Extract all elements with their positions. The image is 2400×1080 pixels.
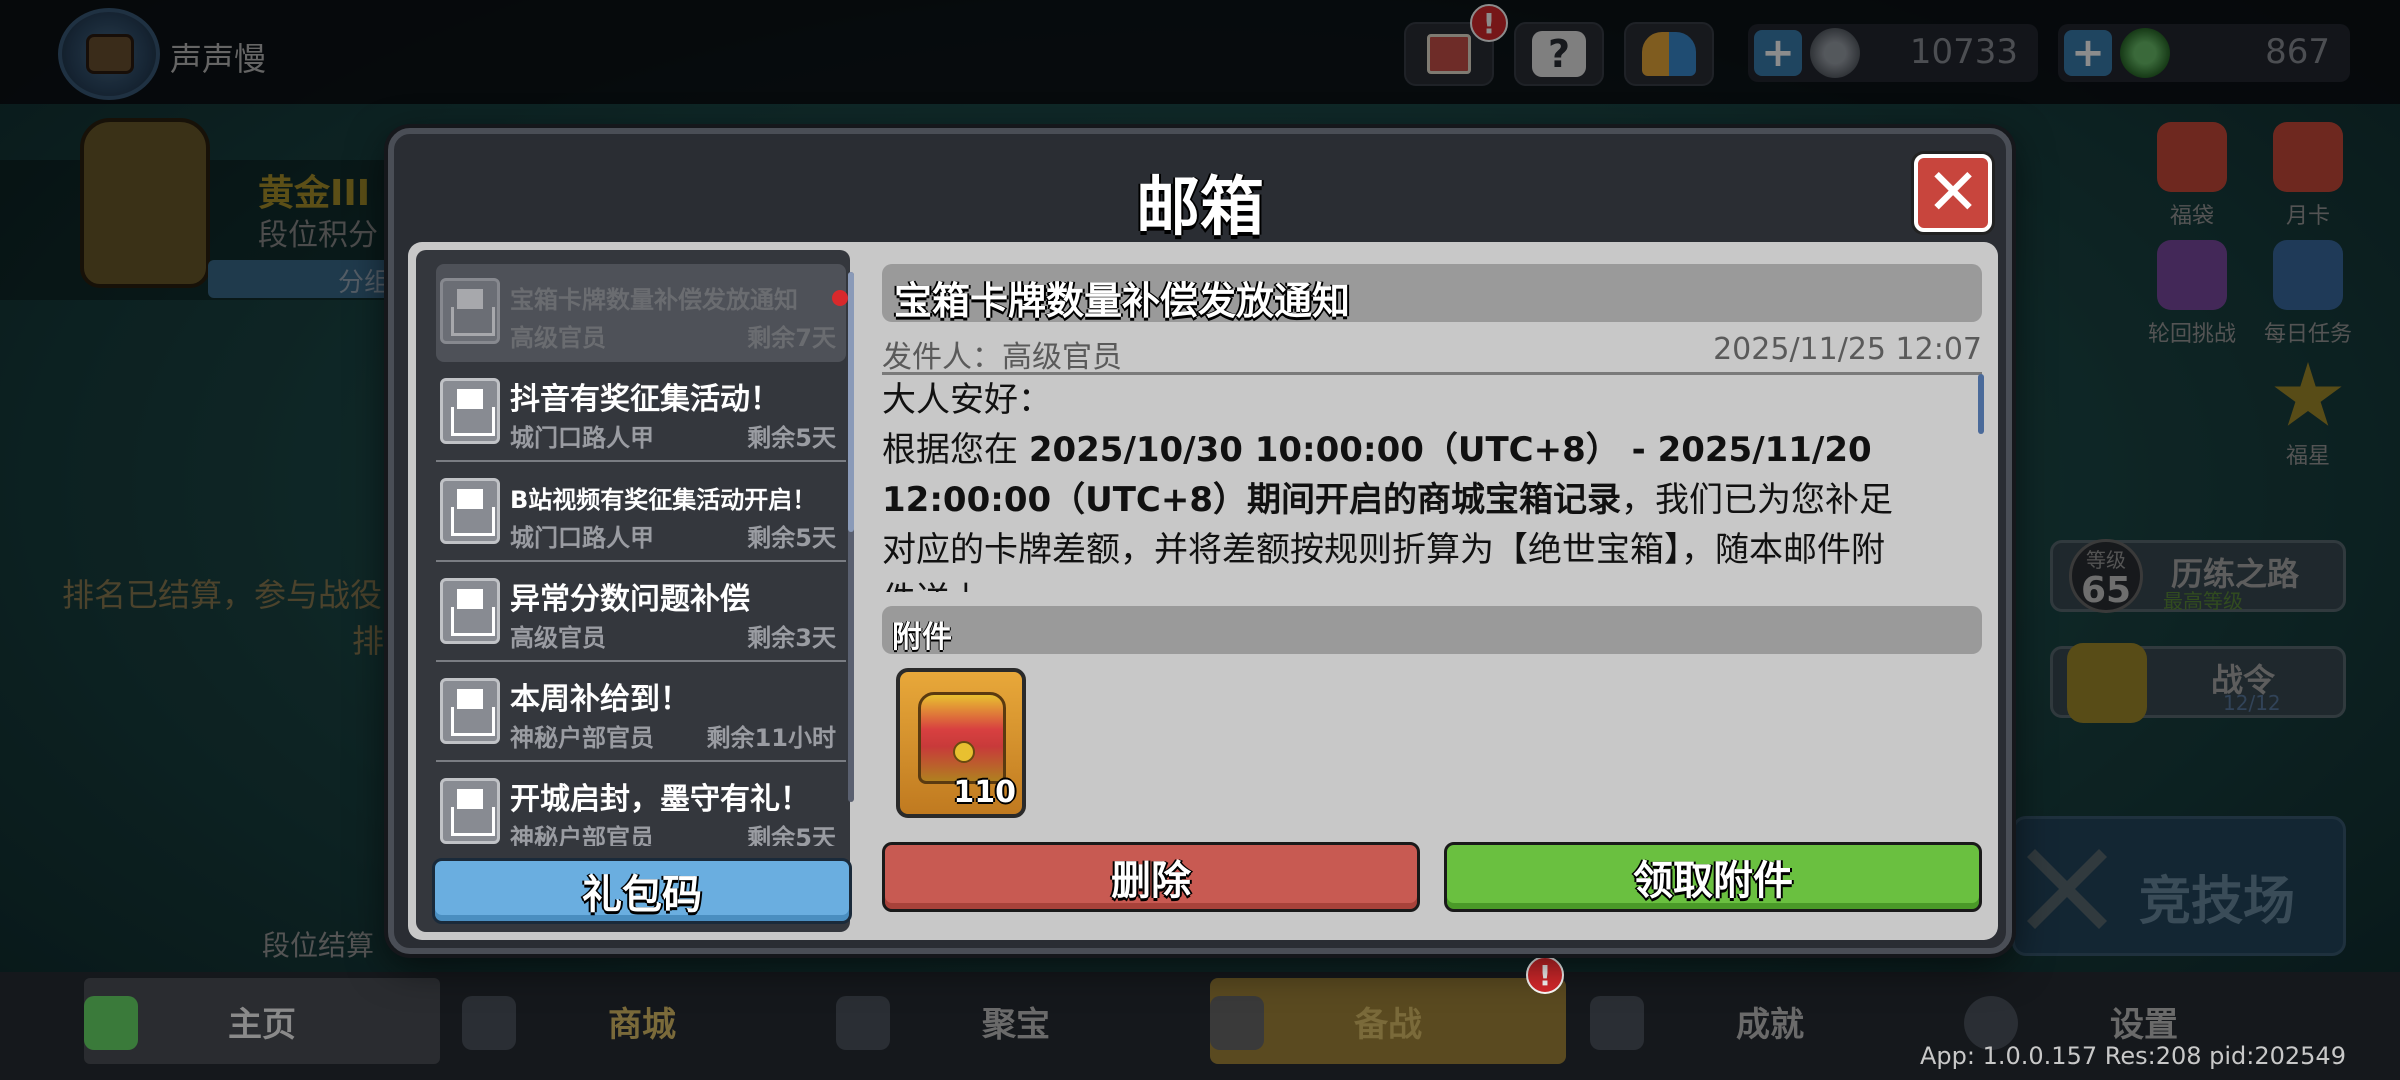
message-line: 12:00:00（UTC+8）期间开启的商城宝箱记录，我们已为您补足 <box>882 475 1982 525</box>
mail-detail-date: 2025/11/25 12:07 <box>1713 332 1982 367</box>
message-line: 件送上 <box>882 575 1982 592</box>
gift-code-button[interactable]: 礼包码 <box>432 858 852 924</box>
attachment-header: 附件 <box>882 606 1982 655</box>
mail-sender: 城门口路人甲 <box>510 524 654 552</box>
attachment-count: 110 <box>953 775 1016 810</box>
cards-icon <box>1210 996 1264 1050</box>
mail-sender: 高级官员 <box>510 324 606 352</box>
treasure-bowl-icon <box>836 996 890 1050</box>
mail-envelope-icon <box>440 778 500 844</box>
dialog-title: 邮箱 <box>1136 171 1264 245</box>
mail-detail-sender: 发件人：高级官员 <box>882 340 1122 375</box>
prepare-badge: ! <box>1526 956 1564 994</box>
mail-sender: 城门口路人甲 <box>510 424 654 452</box>
message-scrollbar[interactable] <box>1978 374 1984 434</box>
attachment-label: 附件 <box>892 620 952 655</box>
mail-item[interactable]: B站视频有奖征集活动开启！ 城门口路人甲 剩余5天 <box>436 464 846 562</box>
message-bold-text: 2025/10/30 10:00:00（UTC+8） - 2025/11/20 <box>1028 430 1872 470</box>
message-line: 根据您在 2025/10/30 10:00:00（UTC+8） - 2025/1… <box>882 425 1982 475</box>
nav-shop[interactable]: 商城 <box>462 978 822 1064</box>
mail-detail-title: 宝箱卡牌数量补偿发放通知 <box>894 279 1351 323</box>
version-text: App: 1.0.0.157 Res:208 pid:202549 <box>1920 1042 2346 1070</box>
message-bold-text: 12:00:00（UTC+8）期间开启的商城宝箱记录 <box>882 480 1622 520</box>
coins-icon <box>462 996 516 1050</box>
nav-shop-label: 商城 <box>608 1004 676 1045</box>
attachment-item[interactable]: 110 <box>896 668 1026 818</box>
nav-home[interactable]: 主页 <box>84 978 440 1064</box>
mail-envelope-icon <box>440 478 500 544</box>
mail-message[interactable]: 大人安好： 根据您在 2025/10/30 10:00:00（UTC+8） - … <box>882 372 1982 592</box>
mail-title: B站视频有奖征集活动开启！ <box>510 486 817 514</box>
nav-prepare[interactable]: 备战 ! <box>1210 956 1566 1064</box>
treasure-chest-icon <box>918 692 1006 784</box>
mail-envelope-icon <box>440 578 500 644</box>
mail-title: 开城启封，墨守有礼！ <box>510 782 810 817</box>
mail-list[interactable]: 宝箱卡牌数量补偿发放通知 高级官员 剩余7天 抖音有奖征集活动！ 城门口路人甲 … <box>416 250 854 932</box>
message-text: 根据您在 <box>882 430 1029 470</box>
mail-remaining: 剩余5天 <box>747 524 836 552</box>
mail-item[interactable]: 开城启封，墨守有礼！ 神秘户部官员 剩余5天 <box>436 764 846 846</box>
chest-lock-icon <box>953 741 975 763</box>
mail-title: 宝箱卡牌数量补偿发放通知 <box>510 286 798 314</box>
mail-title: 抖音有奖征集活动！ <box>510 382 780 417</box>
mail-item[interactable]: 抖音有奖征集活动！ 城门口路人甲 剩余5天 <box>436 364 846 462</box>
mail-detail-title-bar: 宝箱卡牌数量补偿发放通知 <box>882 264 1982 323</box>
mailbox-dialog: 邮箱 ✕ 宝箱卡牌数量补偿发放通知 高级官员 剩余7天 抖音有奖征集活动！ 城门… <box>388 128 2012 954</box>
mail-remaining: 剩余7天 <box>747 324 836 352</box>
mail-item[interactable]: 宝箱卡牌数量补偿发放通知 高级官员 剩余7天 <box>436 264 848 362</box>
close-icon: ✕ <box>1926 156 1980 230</box>
mail-title: 本周补给到！ <box>510 682 690 717</box>
mail-remaining: 剩余11小时 <box>706 724 836 752</box>
nav-treasure[interactable]: 聚宝 <box>836 978 1196 1064</box>
mail-sender: 高级官员 <box>510 624 606 652</box>
achievement-icon <box>1590 996 1644 1050</box>
mail-envelope-icon <box>440 678 500 744</box>
message-text: ，我们已为您补足 <box>1621 480 1894 520</box>
close-button[interactable]: ✕ <box>1914 154 1992 232</box>
mail-envelope-icon <box>440 378 500 444</box>
home-icon <box>84 996 138 1050</box>
mail-remaining: 剩余3天 <box>747 624 836 652</box>
nav-prepare-label: 备战 <box>1354 1004 1422 1045</box>
mail-title: 异常分数问题补偿 <box>510 582 750 617</box>
mail-envelope-icon <box>440 278 500 344</box>
message-line: 大人安好： <box>882 375 1982 425</box>
mail-sender: 神秘户部官员 <box>510 724 654 752</box>
nav-treasure-label: 聚宝 <box>982 1004 1050 1045</box>
nav-settings-label: 设置 <box>2110 1004 2178 1045</box>
message-line: 对应的卡牌差额，并将差额按规则折算为【绝世宝箱】，随本邮件附 <box>882 525 1982 575</box>
unread-dot <box>832 290 848 306</box>
mail-item[interactable]: 本周补给到！ 神秘户部官员 剩余11小时 <box>436 664 846 762</box>
delete-button[interactable]: 删除 <box>882 842 1420 912</box>
mail-list-scroll-thumb[interactable] <box>848 272 854 532</box>
dialog-body: 宝箱卡牌数量补偿发放通知 高级官员 剩余7天 抖音有奖征集活动！ 城门口路人甲 … <box>408 242 1998 940</box>
mail-item[interactable]: 异常分数问题补偿 高级官员 剩余3天 <box>436 564 846 662</box>
claim-attachment-button[interactable]: 领取附件 <box>1444 842 1982 912</box>
mail-remaining: 剩余5天 <box>747 424 836 452</box>
mail-remaining: 剩余5天 <box>747 824 836 846</box>
mail-sender: 神秘户部官员 <box>510 824 654 846</box>
message-text: 对应的卡牌差额，并将差额按规则折算为【绝世宝箱】，随本邮件附 <box>882 530 1885 570</box>
nav-home-label: 主页 <box>228 1004 296 1045</box>
message-text: 件送上 <box>882 580 984 592</box>
message-text: 大人安好： <box>882 380 1052 420</box>
nav-achievement-label: 成就 <box>1736 1004 1804 1045</box>
nav-achievement[interactable]: 成就 <box>1590 978 1950 1064</box>
